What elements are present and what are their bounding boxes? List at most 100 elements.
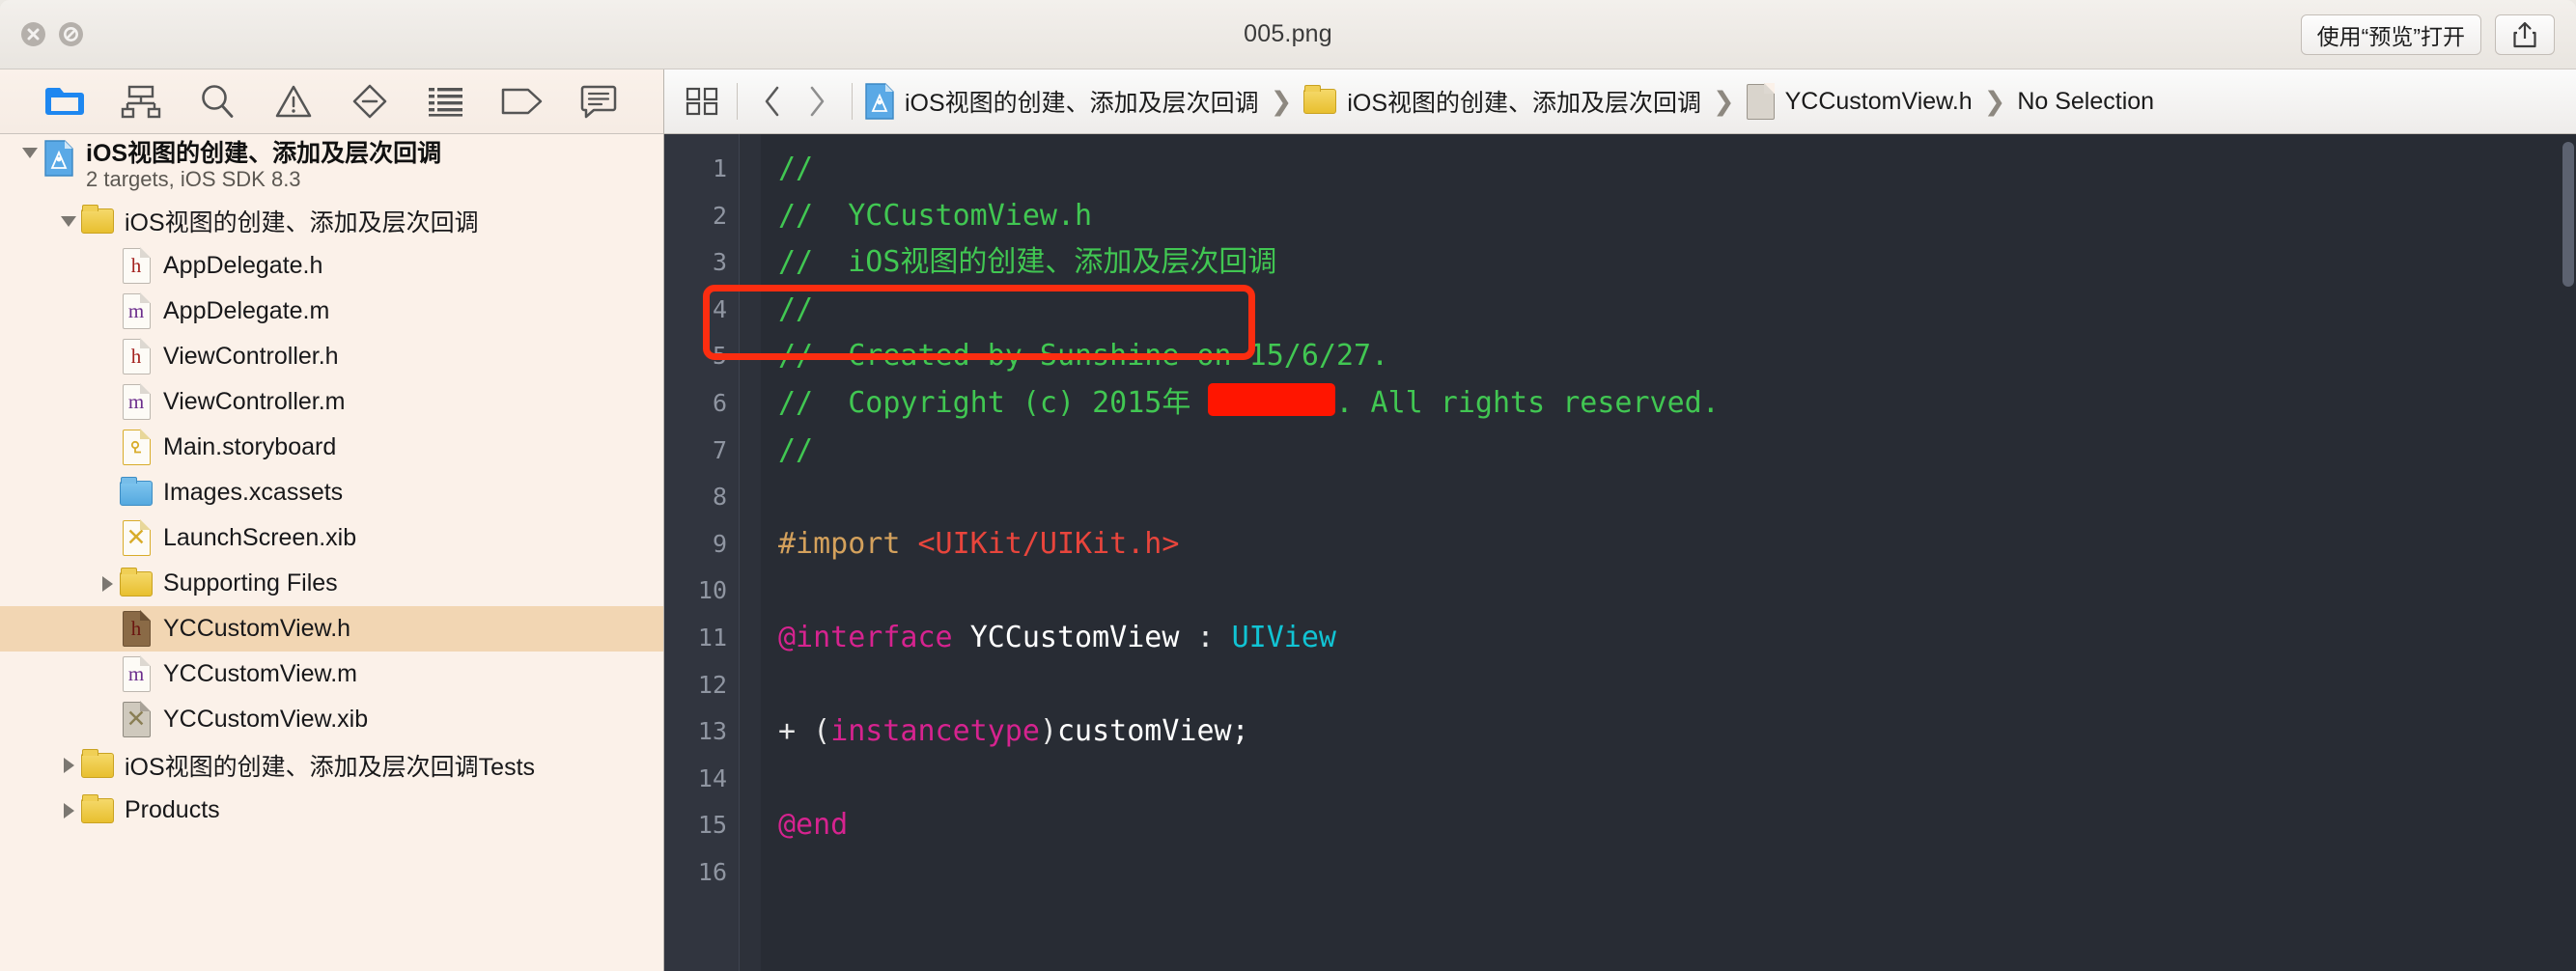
navigator-pane: iOS视图的创建、添加及层次回调 2 targets, iOS SDK 8.3 iO… <box>0 69 664 971</box>
file-tree-row-label: Images.xcassets <box>163 479 344 506</box>
breadcrumb-item-selection[interactable]: No Selection <box>2017 88 2154 116</box>
file-tree-row[interactable]: Supporting Files <box>0 561 663 606</box>
chevron-right-icon-3: ❯ <box>1983 86 2006 116</box>
open-with-preview-button[interactable]: 使用“预览”打开 <box>2300 14 2481 55</box>
breadcrumb-item-project[interactable]: iOS视图的创建、添加及层次回调 <box>865 83 1259 120</box>
file-tree-row[interactable]: iOS视图的创建、添加及层次回调Tests <box>0 742 663 788</box>
share-icon[interactable] <box>2495 14 2555 55</box>
code-token: UIView <box>1231 620 1336 654</box>
chevron-right-icon: ❯ <box>1270 86 1293 116</box>
code-token: // <box>778 291 814 326</box>
test-navigator-diamond-icon[interactable] <box>332 78 408 125</box>
redaction-block <box>1208 382 1336 416</box>
source-code-text[interactable]: // // YCCustomView.h // iOS视图的创建、添加及层次回调 //… <box>761 134 2576 971</box>
line-number: 8 <box>712 483 727 512</box>
debug-navigator-icon[interactable] <box>407 78 484 125</box>
code-line: // YCCustomView.h <box>778 193 2576 240</box>
code-line: // Created by Sunshine on 15/6/27. <box>778 333 2576 380</box>
code-line: // Copyright (c) 2015年 . All rights rese… <box>778 380 2576 428</box>
file-tree-row[interactable]: m AppDelegate.m <box>0 289 663 334</box>
header-file-icon <box>1746 82 1776 120</box>
line-number: 7 <box>712 435 727 464</box>
line-number: 13 <box>697 717 727 746</box>
line-number: 16 <box>697 857 727 886</box>
file-tree-row[interactable]: m ViewController.m <box>0 379 663 425</box>
report-navigator-comment-icon[interactable] <box>560 78 636 125</box>
code-token: customView; <box>1057 714 1249 749</box>
code-folding-ribbon[interactable] <box>740 134 761 971</box>
file-tree-row[interactable]: Images.xcassets <box>0 470 663 515</box>
file-tree-row-label: Supporting Files <box>163 569 338 596</box>
file-tree-row[interactable]: Main.storyboard <box>0 425 663 470</box>
file-tree-row-label: Products <box>125 796 220 823</box>
disclosure-triangle-open-icon[interactable] <box>56 208 81 234</box>
window-title: 005.png <box>1244 20 1332 47</box>
symbol-navigator-search-icon[interactable] <box>180 78 256 125</box>
folder-yellow-icon <box>81 747 114 784</box>
title-bar-actions: 使用“预览”打开 <box>2300 14 2555 55</box>
editor-pane: iOS视图的创建、添加及层次回调 ❯ iOS视图的创建、添加及层次回调 ❯ YC… <box>664 69 2576 971</box>
breadcrumb-item-group[interactable]: iOS视图的创建、添加及层次回调 <box>1303 83 1701 121</box>
line-number: 4 <box>712 294 727 323</box>
code-line: @interface YCCustomView : UIView <box>778 615 2576 662</box>
file-tree-row[interactable]: h AppDelegate.h <box>0 243 663 289</box>
folder-yellow-icon <box>120 566 153 602</box>
code-token: <UIKit/UIKit.h> <box>917 526 1180 561</box>
code-token: @end <box>778 808 849 843</box>
code-token: // iOS视图的创建、添加及层次回调 <box>778 245 1277 280</box>
code-editor[interactable]: 1 2 3 4 5 6 7 8 9 10 11 12 13 14 15 16 //// YCCustomVie… <box>664 134 2576 971</box>
breadcrumb-label-group: iOS视图的创建、添加及层次回调 <box>1347 90 1701 117</box>
xcode-project-icon <box>865 83 894 120</box>
file-tree-row-label: ViewController.m <box>163 388 346 415</box>
issue-navigator-warning-icon[interactable] <box>256 78 332 125</box>
code-line: #import <UIKit/UIKit.h> <box>778 521 2576 569</box>
line-number: 12 <box>697 670 727 699</box>
disclosure-triangle-open-icon[interactable] <box>17 140 42 165</box>
file-tree-row[interactable]: iOS视图的创建、添加及层次回调 <box>0 198 663 243</box>
project-navigator-icon[interactable] <box>27 78 103 125</box>
header-file-icon: h <box>120 247 153 285</box>
file-tree-row[interactable]: h ViewController.h <box>0 334 663 379</box>
implementation-file-icon: m <box>120 655 153 693</box>
breakpoint-navigator-tag-icon[interactable] <box>484 78 560 125</box>
file-tree-row[interactable]: iOS视图的创建、添加及层次回调 2 targets, iOS SDK 8.3 <box>0 138 663 198</box>
code-token: instancetype <box>830 714 1040 749</box>
file-tree-row[interactable]: ✕ LaunchScreen.xib <box>0 515 663 561</box>
disclosure-triangle-closed-icon[interactable] <box>56 798 81 823</box>
line-number: 10 <box>697 576 727 605</box>
file-tree-row-label: YCCustomView.xib <box>163 706 369 733</box>
file-tree-row-label: LaunchScreen.xib <box>163 524 357 551</box>
xcode-project-icon <box>42 140 75 177</box>
related-items-icon[interactable] <box>680 87 724 116</box>
line-number: 6 <box>712 388 727 417</box>
header-file-icon: h <box>120 610 153 648</box>
xib-file-icon: ✕ <box>120 701 153 738</box>
back-chevron-icon[interactable] <box>750 85 795 118</box>
code-line: // <box>778 287 2576 334</box>
asset-catalog-icon <box>120 475 153 512</box>
source-control-navigator-icon[interactable] <box>103 78 180 125</box>
close-icon[interactable] <box>21 22 45 46</box>
file-tree-row[interactable]: m YCCustomView.m <box>0 652 663 697</box>
forward-chevron-icon[interactable] <box>795 85 839 118</box>
breadcrumb-label-project: iOS视图的创建、添加及层次回调 <box>905 90 1259 117</box>
file-tree-row[interactable]: h YCCustomView.h <box>0 606 663 652</box>
code-token: // <box>778 152 814 185</box>
minimize-icon[interactable] <box>59 22 83 46</box>
code-token: + ( <box>778 714 831 749</box>
file-tree-row[interactable]: Products <box>0 788 663 833</box>
disclosure-triangle-closed-icon[interactable] <box>95 571 120 596</box>
vertical-scrollbar[interactable] <box>2562 142 2574 287</box>
file-tree-row-label: AppDelegate.m <box>163 297 330 324</box>
line-number: 14 <box>697 763 727 792</box>
project-file-tree[interactable]: iOS视图的创建、添加及层次回调 2 targets, iOS SDK 8.3 iO… <box>0 134 663 971</box>
breadcrumb-item-file[interactable]: YCCustomView.h <box>1746 82 1973 120</box>
file-tree-row[interactable]: ✕ YCCustomView.xib <box>0 697 663 742</box>
header-file-icon: h <box>120 338 153 375</box>
file-tree-row-label: iOS视图的创建、添加及层次回调Tests <box>125 753 536 781</box>
implementation-file-icon: m <box>120 383 153 421</box>
disclosure-triangle-closed-icon[interactable] <box>56 753 81 778</box>
code-line: // <box>778 146 2576 193</box>
